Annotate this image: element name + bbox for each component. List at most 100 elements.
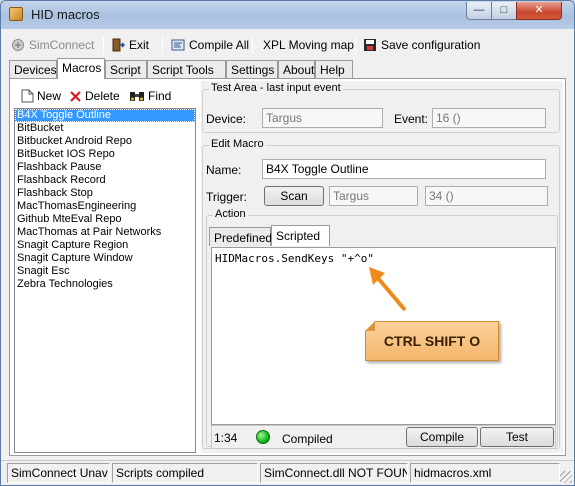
exit-door-icon (112, 38, 125, 52)
toolbar-separator (355, 36, 356, 54)
compile-button[interactable]: Compile (406, 427, 478, 447)
trigger-label: Trigger: (206, 190, 247, 204)
annotation-text: CTRL SHIFT O (383, 333, 481, 349)
list-item[interactable]: MacThomasEngineering (15, 200, 195, 213)
tab-script-tools[interactable]: Script Tools (147, 60, 226, 79)
tab-label: Devices (14, 63, 57, 77)
window-title: HID macros (31, 7, 100, 22)
close-button[interactable]: ✕ (516, 2, 562, 20)
xpl-moving-map-label: XPL Moving map (263, 38, 354, 52)
tab-label: Settings (231, 63, 275, 77)
tab-scripted[interactable]: Scripted (271, 225, 330, 246)
tab-label: Script (110, 63, 141, 77)
maximize-button[interactable]: □ (491, 2, 517, 20)
save-configuration-label: Save configuration (381, 38, 481, 52)
device-label: Device: (206, 112, 247, 126)
binoculars-icon (130, 91, 144, 101)
test-button[interactable]: Test (480, 427, 554, 447)
compile-icon (171, 39, 185, 51)
list-item[interactable]: Zebra Technologies (15, 278, 195, 291)
status-config-file: hidmacros.xml (410, 463, 560, 483)
tab-macros[interactable]: Macros (57, 58, 105, 79)
list-item[interactable]: Bitbucket Android Repo (15, 135, 195, 148)
title-bar[interactable]: HID macros — □ ✕ (1, 1, 574, 29)
script-code[interactable]: HIDMacros.SendKeys "+^o" (215, 252, 374, 265)
edit-macro-legend: Edit Macro (209, 138, 266, 150)
tab-label: Predefined (214, 231, 273, 245)
cursor-position: 1:34 (214, 431, 238, 445)
status-scripts: Scripts compiled (112, 463, 258, 483)
action-legend: Action (213, 208, 248, 220)
list-item[interactable]: Snagit Capture Window (15, 252, 195, 265)
event-field[interactable]: 16 () (432, 108, 546, 128)
annotation-arrow (369, 267, 407, 312)
name-label: Name: (206, 163, 242, 177)
annotation-callout: CTRL SHIFT O (365, 321, 499, 361)
exit-label: Exit (129, 38, 150, 52)
find-label: Find (148, 89, 172, 103)
test-area-legend: Test Area - last input event (209, 82, 343, 94)
status-dll: SimConnect.dll NOT FOUN (260, 463, 408, 483)
app-icon (9, 7, 23, 21)
scan-button[interactable]: Scan (264, 186, 324, 206)
list-item[interactable]: Github MteEval Repo (15, 213, 195, 226)
list-item[interactable]: Flashback Record (15, 174, 195, 187)
list-item[interactable]: Snagit Capture Region (15, 239, 195, 252)
device-field[interactable]: Targus (262, 108, 383, 128)
resize-grip[interactable] (560, 471, 572, 483)
minimize-icon: — (473, 4, 485, 16)
maximize-icon: □ (500, 4, 508, 16)
tab-label: About (283, 63, 315, 77)
compile-status: Compiled (282, 432, 333, 446)
xpl-moving-map-button[interactable]: XPL Moving map (263, 34, 354, 56)
tab-settings[interactable]: Settings (226, 60, 278, 79)
delete-macro-button[interactable]: Delete (69, 89, 120, 103)
new-macro-button[interactable]: New (21, 89, 61, 103)
list-item[interactable]: MacThomas at Pair Networks (15, 226, 195, 239)
list-item[interactable]: BitBucket (15, 122, 195, 135)
tab-label: Script Tools (152, 63, 214, 77)
main-toolbar: SimConnect Exit Compile All XPL Moving m… (5, 34, 570, 56)
save-icon (364, 39, 376, 51)
tab-help[interactable]: Help (315, 60, 353, 79)
tab-script[interactable]: Script (105, 60, 147, 79)
tab-predefined[interactable]: Predefined (209, 227, 273, 246)
delete-x-icon (70, 90, 81, 102)
trigger-event-field[interactable]: 34 () (425, 186, 548, 206)
minimize-button[interactable]: — (466, 2, 492, 20)
save-configuration-button[interactable]: Save configuration (363, 34, 480, 56)
list-item[interactable]: B4X Toggle Outline (15, 109, 195, 122)
new-document-icon (21, 89, 34, 103)
list-item[interactable]: Flashback Stop (15, 187, 195, 200)
simconnect-icon (12, 39, 24, 51)
macro-name-field[interactable]: B4X Toggle Outline (262, 159, 546, 179)
status-bar: SimConnect Unav Scripts compiled SimConn… (1, 460, 574, 485)
simconnect-label: SimConnect (29, 38, 95, 52)
list-item[interactable]: Snagit Esc (15, 265, 195, 278)
tab-label: Help (320, 63, 345, 77)
toolbar-separator (103, 36, 104, 54)
simconnect-button[interactable]: SimConnect (11, 34, 94, 56)
tab-devices[interactable]: Devices (9, 60, 57, 79)
toolbar-separator (162, 36, 163, 54)
close-icon: ✕ (534, 4, 544, 16)
callout-fold (365, 321, 375, 331)
delete-label: Delete (85, 89, 120, 103)
main-window: HID macros — □ ✕ SimConnect Exit Compile… (0, 0, 575, 486)
list-item[interactable]: Flashback Pause (15, 161, 195, 174)
event-label: Event: (394, 112, 429, 126)
toolbar-separator (252, 36, 253, 54)
script-status-bar: 1:34 Compiled Compile Test (211, 425, 556, 449)
new-label: New (37, 89, 62, 103)
compile-all-button[interactable]: Compile All (171, 34, 249, 56)
tab-label: Macros (62, 61, 102, 75)
find-macro-button[interactable]: Find (129, 89, 171, 103)
compile-all-label: Compile All (189, 38, 250, 52)
list-item[interactable]: BitBucket IOS Repo (15, 148, 195, 161)
exit-button[interactable]: Exit (111, 34, 149, 56)
tab-about[interactable]: About (278, 60, 315, 79)
trigger-device-field[interactable]: Targus (329, 186, 418, 206)
macro-list[interactable]: B4X Toggle Outline BitBucket Bitbucket A… (14, 108, 196, 453)
tab-label: Scripted (276, 229, 321, 243)
status-ok-icon (256, 430, 270, 444)
